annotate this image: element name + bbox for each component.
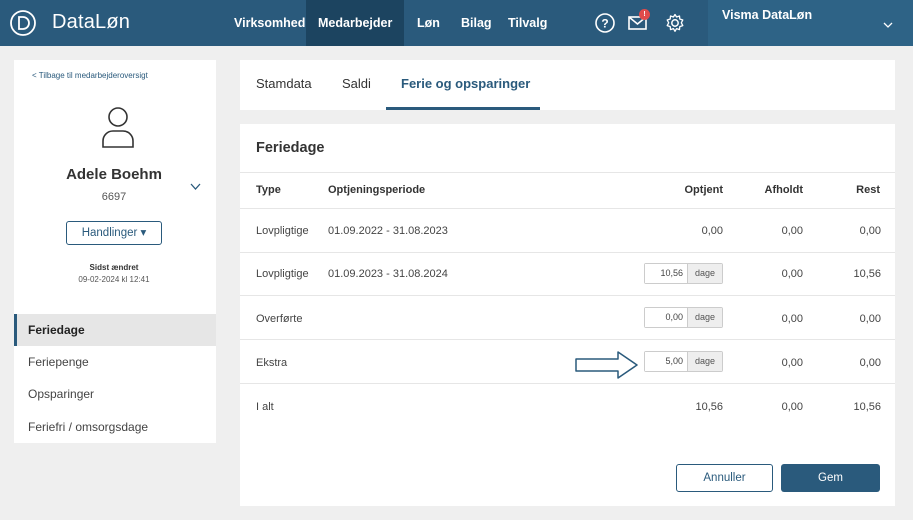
chevron-down-icon: [883, 20, 893, 32]
brand-name[interactable]: DataLøn: [52, 11, 130, 34]
employee-sidebar: < Tilbage til medarbejderoversigt Adele …: [14, 60, 216, 443]
datalon-logo-icon[interactable]: [8, 8, 38, 38]
row-rest: 0,00: [859, 313, 881, 325]
row-held: 0,00: [781, 225, 803, 237]
employee-number: 6697: [101, 191, 127, 203]
row-rest: 10,56: [853, 268, 881, 280]
days-unit-label: dage: [687, 308, 722, 327]
extra-days-input[interactable]: 5,00 dage: [644, 351, 723, 372]
divider: [240, 295, 895, 296]
divider: [240, 208, 895, 209]
row-type: Lovpligtige: [256, 225, 309, 237]
divider: [240, 383, 895, 384]
header-type: Type: [256, 184, 281, 196]
mail-icon[interactable]: !: [627, 9, 650, 34]
active-tab-indicator: [386, 107, 540, 110]
row-held: 0,00: [781, 401, 803, 413]
nav-virksomhed[interactable]: Virksomhed: [222, 0, 317, 46]
card-title: Feriedage: [256, 140, 325, 156]
row-period: 01.09.2022 - 31.08.2023: [328, 225, 448, 237]
svg-text:?: ?: [601, 17, 608, 31]
back-to-employees-link[interactable]: < Tilbage til medarbejderoversigt: [32, 71, 148, 80]
avatar-icon: [100, 105, 136, 149]
row-held: 0,00: [781, 357, 803, 369]
row-rest: 0,00: [859, 225, 881, 237]
row-type: Ekstra: [256, 357, 288, 369]
row-type: Lovpligtige: [256, 268, 309, 280]
arrow-right-icon: [574, 350, 640, 380]
header-rest: Rest: [856, 184, 880, 196]
header-period: Optjeningsperiode: [328, 184, 426, 196]
divider: [240, 339, 895, 340]
row-earned: 0,00: [701, 225, 723, 237]
row-rest: 10,56: [853, 401, 881, 413]
nav-lon[interactable]: Løn: [405, 0, 452, 46]
row-earned: 10,56: [695, 401, 723, 413]
sidebar-item-opsparinger[interactable]: Opsparinger: [14, 378, 216, 410]
nav-medarbejder[interactable]: Medarbejder: [306, 0, 405, 46]
employee-name: Adele Boehm: [66, 166, 162, 183]
tab-ferie-og-opsparinger[interactable]: Ferie og opsparinger: [401, 76, 530, 91]
user-name: Visma DataLøn: [722, 8, 813, 22]
last-changed-date: 09-02-2024 kl 12:41: [78, 275, 150, 284]
extra-days-value[interactable]: 5,00: [645, 352, 687, 371]
row-held: 0,00: [781, 313, 803, 325]
last-changed-label: Sidst ændret: [89, 263, 139, 272]
feriedage-card: Feriedage Type Optjeningsperiode Optjent…: [240, 124, 895, 506]
actions-dropdown-button[interactable]: Handlinger ▾: [66, 221, 162, 245]
tab-stamdata[interactable]: Stamdata: [256, 76, 312, 91]
mail-badge: !: [639, 9, 650, 20]
sidebar-item-feriefri[interactable]: Feriefri / omsorgsdage: [14, 411, 216, 443]
row-held: 0,00: [781, 268, 803, 280]
help-icon[interactable]: ?: [594, 12, 616, 34]
transferred-days-input[interactable]: 0,00 dage: [644, 307, 723, 328]
nav-tilvalg[interactable]: Tilvalg: [496, 0, 559, 46]
divider: [240, 172, 895, 173]
earned-days-value[interactable]: 10,56: [645, 264, 687, 283]
sidebar-item-feriepenge[interactable]: Feriepenge: [14, 346, 216, 378]
tabs-bar: Stamdata Saldi Ferie og opsparinger: [240, 60, 895, 110]
sidebar-item-feriedage[interactable]: Feriedage: [14, 314, 216, 346]
cancel-button[interactable]: Annuller: [676, 464, 773, 492]
divider: [240, 252, 895, 253]
row-type: Overførte: [256, 313, 303, 325]
tab-saldi[interactable]: Saldi: [342, 76, 371, 91]
row-rest: 0,00: [859, 357, 881, 369]
top-bar: DataLøn Virksomhed Medarbejder Løn Bilag…: [0, 0, 913, 46]
days-unit-label: dage: [687, 264, 722, 283]
earned-days-input[interactable]: 10,56 dage: [644, 263, 723, 284]
user-menu[interactable]: Visma DataLøn: [708, 0, 913, 46]
days-unit-label: dage: [687, 352, 722, 371]
header-held: Afholdt: [764, 184, 803, 196]
transferred-days-value[interactable]: 0,00: [645, 308, 687, 327]
row-period: 01.09.2023 - 31.08.2024: [328, 268, 448, 280]
row-type: I alt: [256, 401, 274, 413]
save-button[interactable]: Gem: [781, 464, 880, 492]
header-earned: Optjent: [684, 184, 724, 196]
settings-gear-icon[interactable]: [664, 12, 686, 34]
